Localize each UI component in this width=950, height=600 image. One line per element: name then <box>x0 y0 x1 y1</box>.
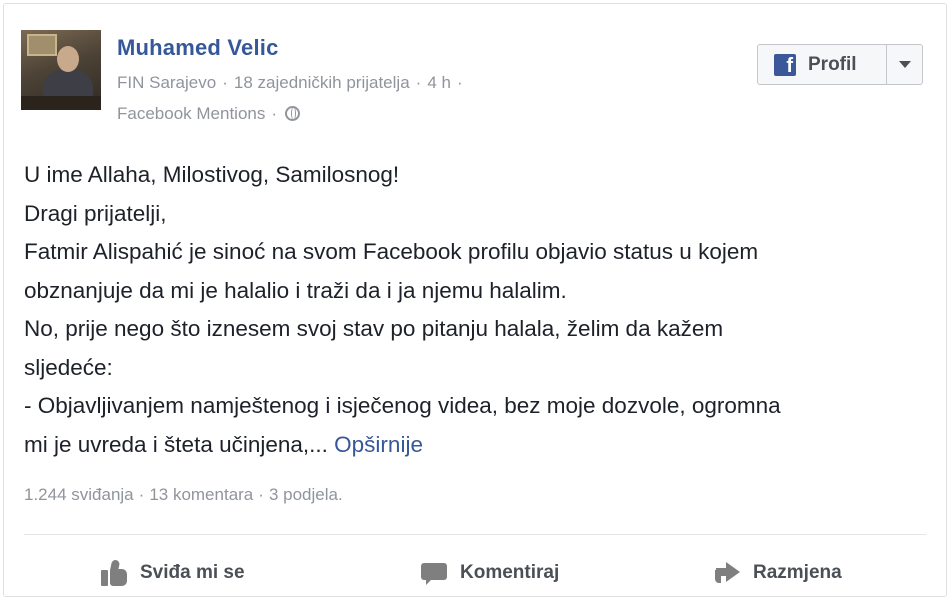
see-more-link[interactable]: Opširnije <box>334 432 423 457</box>
comment-icon <box>420 560 448 586</box>
likes-count-link[interactable]: 1.244 sviđanja <box>24 485 134 504</box>
author-name-link[interactable]: Muhamed Velic <box>117 35 279 61</box>
meta-separator: · <box>456 73 463 92</box>
globe-icon[interactable] <box>285 106 301 121</box>
avatar-head <box>57 46 79 72</box>
facebook-icon: f <box>774 53 796 76</box>
stats-separator: · <box>258 485 264 504</box>
stats-separator: · <box>138 485 145 504</box>
post-timestamp[interactable]: 4 h <box>427 73 451 92</box>
source-app-link[interactable]: Facebook Mentions <box>117 104 265 123</box>
post-text-line: Dragi prijatelji, <box>24 200 167 226</box>
post-text-line: No, prije nego što iznesem svoj stav po … <box>24 316 724 341</box>
post-stats: 1.244 sviđanja · 13 komentara · 3 podjela. <box>24 485 343 505</box>
profile-dropdown-button[interactable] <box>886 45 922 84</box>
author-city[interactable]: FIN Sarajevo <box>117 73 216 92</box>
comment-button-label: Komentiraj <box>460 562 560 583</box>
thumbs-up-icon <box>100 559 128 587</box>
avatar-desk <box>21 96 101 110</box>
post-meta-line: FIN Sarajevo · 18 zajedničkih prijatelja · 4… <box>117 73 469 93</box>
post-text-line: mi je uvreda i šteta učinjena,... <box>24 431 328 457</box>
meta-separator: · <box>415 73 422 92</box>
meta-separator: · <box>222 73 228 92</box>
profile-button-main[interactable]: f Profil <box>758 45 886 84</box>
share-button-label: Razmjena <box>753 562 842 583</box>
post-text-line: Fatmir Alispahić je sinoć na svom Facebo… <box>24 239 759 264</box>
profile-button-label: Profil <box>808 53 857 75</box>
share-button[interactable]: Razmjena <box>713 557 842 589</box>
like-button-label: Sviđa mi se <box>140 562 245 583</box>
author-avatar[interactable] <box>21 30 101 110</box>
profile-button[interactable]: f Profil <box>757 44 923 85</box>
meta-separator: · <box>271 104 278 123</box>
post-text-line: sljedeće: <box>24 354 113 380</box>
actions-divider <box>24 534 926 535</box>
post-text-line: obznanjuje da mi je halalio i traži da i… <box>24 277 567 303</box>
post-text-last-line: mi je uvreda i šteta učinjena,... Opširn… <box>24 426 934 465</box>
post-source-line: Facebook Mentions · <box>117 104 301 124</box>
post-card: Muhamed Velic FIN Sarajevo · 18 zajednički… <box>3 3 947 597</box>
share-arrow-icon <box>713 560 741 586</box>
post-text-line: U ime Allaha, Milostivog, Samilosnog! <box>24 162 400 187</box>
comment-button[interactable]: Komentiraj <box>420 557 559 589</box>
post-body: U ime Allaha, Milostivog, Samilosnog! Dr… <box>24 156 934 464</box>
caret-down-icon <box>898 61 911 68</box>
shares-count-link[interactable]: 3 podjela. <box>269 485 343 504</box>
comments-count-link[interactable]: 13 komentara <box>149 485 253 504</box>
avatar-background-frame <box>27 34 57 56</box>
mutual-friends-link[interactable]: 18 zajedničkih prijatelja <box>234 73 410 92</box>
like-button[interactable]: Sviđa mi se <box>100 557 245 589</box>
post-text-line: - Objavljivanjem namještenog i isječenog… <box>24 393 781 418</box>
